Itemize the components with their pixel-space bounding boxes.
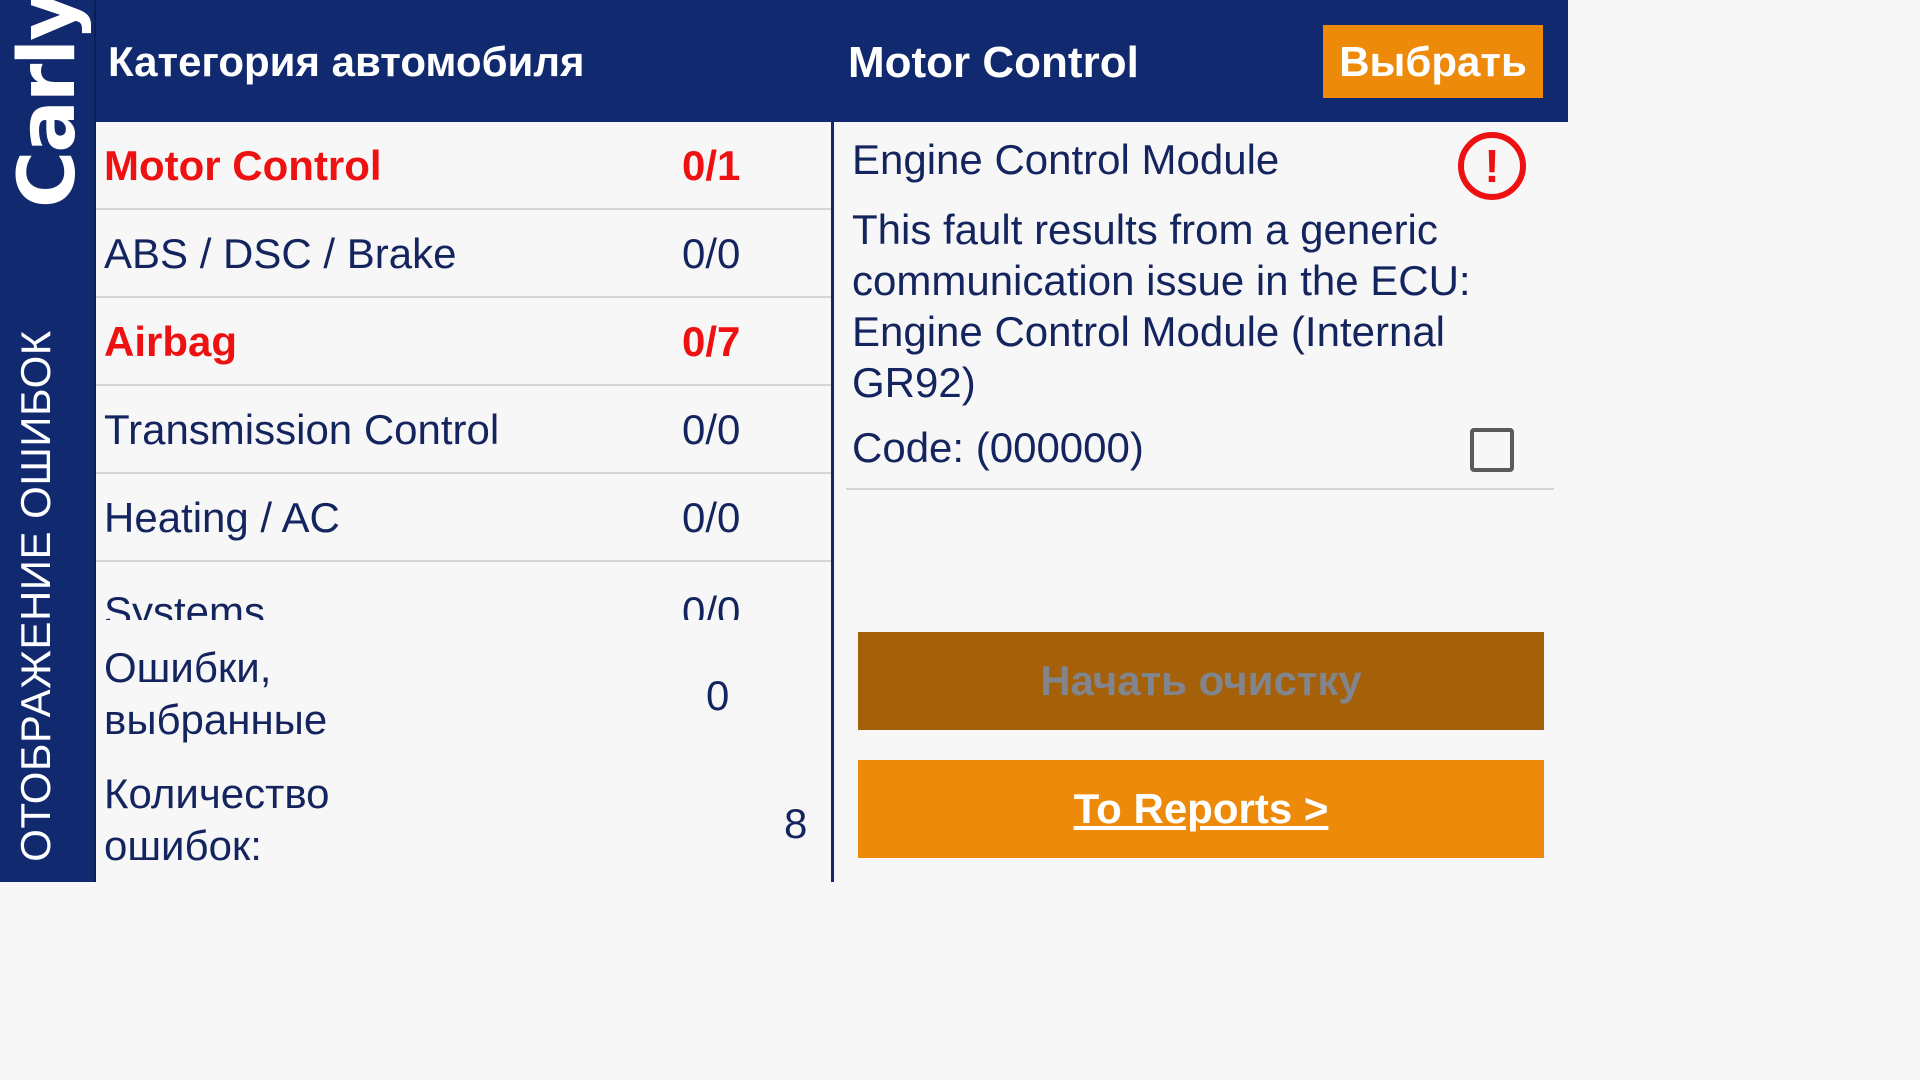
select-button[interactable]: Выбрать xyxy=(1323,25,1543,98)
selected-errors-summary: Ошибки, выбранные 0 xyxy=(96,642,832,752)
fault-code: Code: (000000) xyxy=(852,424,1144,471)
category-count: 0/0 xyxy=(682,406,741,453)
category-name: Motor Control xyxy=(104,142,382,189)
category-name: ABS / DSC / Brake xyxy=(104,230,457,277)
alert-circle-icon: ! xyxy=(1458,132,1526,200)
category-row-motor-control[interactable]: Motor Control 0/1 xyxy=(96,122,832,210)
category-count: 0/7 xyxy=(682,318,741,365)
category-row-heating-ac[interactable]: Heating / AC 0/0 xyxy=(96,474,832,562)
category-name: Airbag xyxy=(104,318,238,365)
category-list[interactable]: Motor Control 0/1 ABS / DSC / Brake 0/0 … xyxy=(96,122,832,620)
selected-errors-value: 0 xyxy=(706,672,730,719)
category-name: Systems xyxy=(104,588,266,620)
category-heading: Категория автомобиля xyxy=(108,38,585,85)
fault-select-checkbox[interactable] xyxy=(1470,428,1514,472)
selected-category-title: Motor Control xyxy=(848,38,1139,87)
category-count: 0/0 xyxy=(682,494,741,541)
category-row-transmission-control[interactable]: Transmission Control 0/0 xyxy=(96,386,832,474)
total-errors-label: Количество ошибок: xyxy=(104,770,330,869)
header-bar: Категория автомобиля Motor Control Выбра… xyxy=(96,0,1568,122)
total-errors-value: 8 xyxy=(784,800,808,847)
total-errors-summary: Количество ошибок: 8 xyxy=(96,768,832,878)
category-panel: Motor Control 0/1 ABS / DSC / Brake 0/0 … xyxy=(96,122,832,882)
category-count: 0/1 xyxy=(682,142,741,189)
category-name: Transmission Control xyxy=(104,406,500,453)
category-row-airbag[interactable]: Airbag 0/7 xyxy=(96,298,832,386)
category-count: 0/0 xyxy=(682,230,741,277)
rail-title: ОТОБРАЖЕНИЕ ОШИБОК xyxy=(12,330,59,862)
selected-errors-label: Ошибки, выбранные xyxy=(104,644,328,743)
module-name: Engine Control Module xyxy=(852,136,1280,183)
fault-description: This fault results from a generic commun… xyxy=(852,206,1471,406)
panel-divider xyxy=(831,122,834,882)
detail-separator xyxy=(846,488,1554,490)
side-rail: Carly ОТОБРАЖЕНИЕ ОШИБОК xyxy=(0,0,96,882)
category-row-systems[interactable]: Systems 0/0 xyxy=(96,562,832,620)
category-name: Heating / AC xyxy=(104,494,340,541)
to-reports-button[interactable]: To Reports > xyxy=(858,760,1544,858)
category-row-abs-dsc-brake[interactable]: ABS / DSC / Brake 0/0 xyxy=(96,210,832,298)
category-count: 0/0 xyxy=(682,588,741,620)
carly-logo: Carly xyxy=(3,0,93,208)
start-clearing-button[interactable]: Начать очистку xyxy=(858,632,1544,730)
